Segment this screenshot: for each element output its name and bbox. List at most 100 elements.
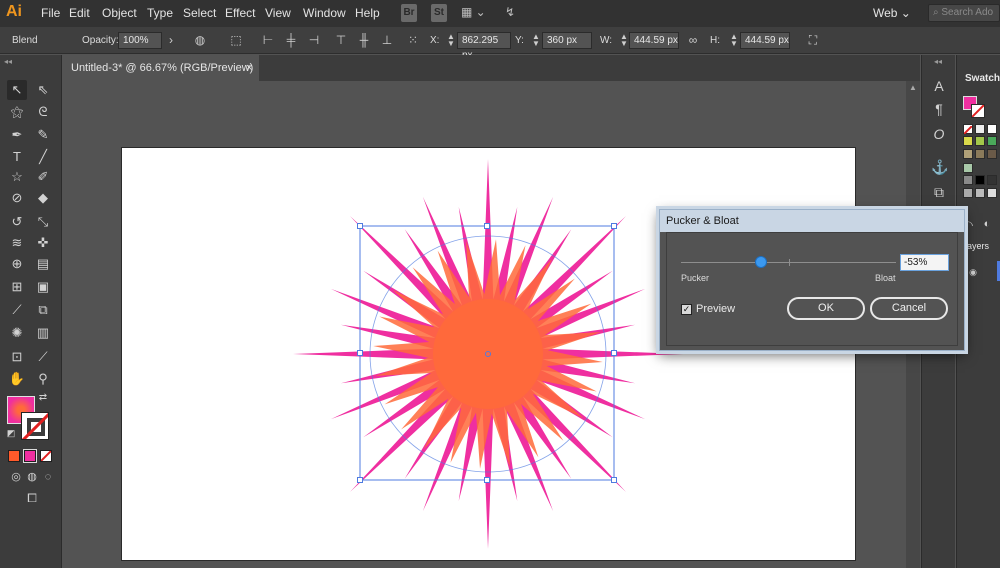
zoom-tool-icon[interactable]: ⚲ (33, 369, 53, 389)
x-field[interactable]: 862.295 px (457, 32, 511, 61)
symbol-sprayer-tool-icon[interactable]: ✺ (7, 323, 27, 343)
align-to-icon[interactable]: ⬚ (228, 33, 244, 48)
menu-object[interactable]: Object (102, 6, 137, 20)
recolor-artwork-icon[interactable]: ◍ (192, 33, 208, 48)
align-middle-icon[interactable]: ╫ (356, 33, 372, 48)
default-colors-icon[interactable]: ◩ (5, 427, 17, 439)
swatch-options-icon[interactable]: ◐ (979, 215, 995, 233)
selection-tool-icon[interactable]: ↖ (7, 80, 27, 100)
swap-fill-stroke-icon[interactable]: ⇄ (36, 391, 50, 405)
none-mode-swatch[interactable] (40, 450, 52, 462)
swatch-gray-folder[interactable] (963, 175, 973, 185)
eraser-tool-icon[interactable]: ◆ (33, 188, 53, 208)
star-tool-icon[interactable]: ☆ (7, 167, 27, 187)
draw-inside-icon[interactable]: ◌ (38, 467, 58, 487)
line-segment-tool-icon[interactable]: ╱ (33, 147, 53, 167)
artboard-tool-icon[interactable]: ⊡ (7, 347, 27, 367)
eyedropper-tool-icon[interactable]: ⟋ (7, 300, 27, 320)
shaper-tool-icon[interactable]: ⊘ (7, 188, 27, 208)
hand-tool-icon[interactable]: ✋ (7, 369, 27, 389)
layers-tab[interactable]: ayers (967, 241, 989, 251)
document-tab[interactable]: Untitled-3* @ 66.67% (RGB/Preview) × (63, 55, 259, 81)
slice-tool-icon[interactable]: ⟋ (33, 347, 53, 367)
collapse-panel-icon[interactable]: ◂◂ (4, 57, 12, 66)
direct-selection-tool-icon[interactable]: ⇖ (33, 80, 53, 100)
cancel-button[interactable]: Cancel (870, 297, 948, 320)
align-center-icon[interactable]: ╪ (283, 33, 299, 48)
magic-wand-tool-icon[interactable]: ⚝ (7, 102, 27, 122)
align-left-icon[interactable]: ⊢ (260, 33, 276, 48)
swatch-pattern[interactable] (963, 163, 973, 173)
curvature-tool-icon[interactable]: ✎ (33, 125, 53, 145)
search-input[interactable]: ⌕ Search Ado (928, 4, 1000, 22)
y-stepper-icon[interactable]: ▲ ▼ (532, 33, 540, 48)
swatch-none[interactable] (963, 124, 973, 135)
scale-tool-icon[interactable]: ⤡ (33, 212, 53, 232)
column-graph-tool-icon[interactable]: ▥ (33, 323, 53, 343)
w-field[interactable]: 444.59 px (629, 32, 679, 49)
h-stepper-icon[interactable]: ▲ ▼ (730, 33, 738, 48)
swatch-dark-gray[interactable] (987, 175, 997, 185)
opentype-panel-icon[interactable]: O (931, 125, 947, 143)
preview-checkbox[interactable]: ✓ (681, 304, 692, 315)
reference-point-icon[interactable]: ⁙ (405, 33, 421, 48)
align-right-icon[interactable]: ⊣ (306, 33, 322, 48)
gradient-mode-swatch[interactable] (23, 449, 37, 463)
menu-edit[interactable]: Edit (69, 6, 90, 20)
gpu-performance-icon[interactable]: ↯ (505, 5, 515, 19)
mesh-tool-icon[interactable]: ⊞ (7, 277, 27, 297)
pen-tool-icon[interactable]: ✒ (7, 125, 27, 145)
align-top-icon[interactable]: ⊤ (333, 33, 349, 48)
swatches-tab[interactable]: Swatches (965, 73, 1000, 84)
ok-button[interactable]: OK (787, 297, 865, 320)
menu-type[interactable]: Type (147, 6, 173, 20)
expand-panels-icon[interactable]: ◂◂ (934, 57, 942, 66)
menu-file[interactable]: File (41, 6, 60, 20)
shape-builder-tool-icon[interactable]: ⊕ (7, 254, 27, 274)
swatch-registration[interactable] (975, 124, 985, 134)
align-bottom-icon[interactable]: ⊥ (379, 33, 395, 48)
swatch-lime[interactable] (975, 136, 985, 146)
swatch-yellow[interactable] (963, 136, 973, 146)
slider-thumb[interactable] (754, 256, 767, 268)
swatch-brown[interactable] (975, 149, 985, 159)
type-tool-icon[interactable]: T (7, 147, 27, 167)
w-stepper-icon[interactable]: ▲ ▼ (620, 33, 628, 48)
paragraph-panel-icon[interactable]: ¶ (931, 100, 947, 118)
constrain-proportions-icon[interactable]: ∞ (685, 33, 701, 48)
menu-view[interactable]: View (265, 6, 291, 20)
paintbrush-tool-icon[interactable]: ✐ (33, 167, 53, 187)
screen-mode-icon[interactable]: ⧠ (20, 488, 44, 508)
libraries-panel-icon[interactable]: ⚓ (931, 158, 948, 176)
x-stepper-icon[interactable]: ▲ ▼ (447, 33, 455, 48)
transform-panel-icon[interactable]: ⛶ (805, 33, 821, 48)
swatch-tan[interactable] (963, 149, 973, 159)
arrange-documents-icon[interactable]: ▦ ⌄ (461, 5, 486, 19)
swatch-light-gray[interactable] (975, 188, 985, 198)
workspace-switcher[interactable]: Web ⌄ (873, 6, 911, 20)
warp-tool-icon[interactable]: ≋ (7, 233, 27, 253)
menu-help[interactable]: Help (355, 6, 380, 20)
stock-button[interactable]: St (431, 4, 447, 22)
visibility-eye-icon[interactable]: ◉ (965, 263, 981, 281)
rotate-tool-icon[interactable]: ↺ (7, 212, 27, 232)
gradient-tool-icon[interactable]: ▣ (33, 277, 53, 297)
menu-effect[interactable]: Effect (225, 6, 255, 20)
swatch-lighter-gray[interactable] (987, 188, 997, 198)
swatch-dark-brown[interactable] (987, 149, 997, 159)
swatch-gray-folder-2[interactable] (963, 188, 973, 198)
blend-tool-icon[interactable]: ⧉ (33, 300, 53, 320)
menu-select[interactable]: Select (183, 6, 216, 20)
asset-export-panel-icon[interactable]: ⧉ (931, 183, 947, 201)
y-field[interactable]: 360 px (542, 32, 592, 49)
lasso-tool-icon[interactable]: ᘓ (33, 102, 53, 122)
panel-stroke-swatch[interactable] (971, 104, 985, 118)
menu-window[interactable]: Window (303, 6, 346, 20)
perspective-grid-tool-icon[interactable]: ▤ (33, 254, 53, 274)
swatch-white[interactable] (987, 124, 997, 134)
opacity-field[interactable]: 100% (118, 32, 162, 49)
scroll-up-icon[interactable]: ▲ (909, 83, 917, 92)
swatch-green[interactable] (987, 136, 997, 146)
stroke-color-swatch[interactable] (21, 412, 49, 440)
color-mode-swatch[interactable] (8, 450, 20, 462)
